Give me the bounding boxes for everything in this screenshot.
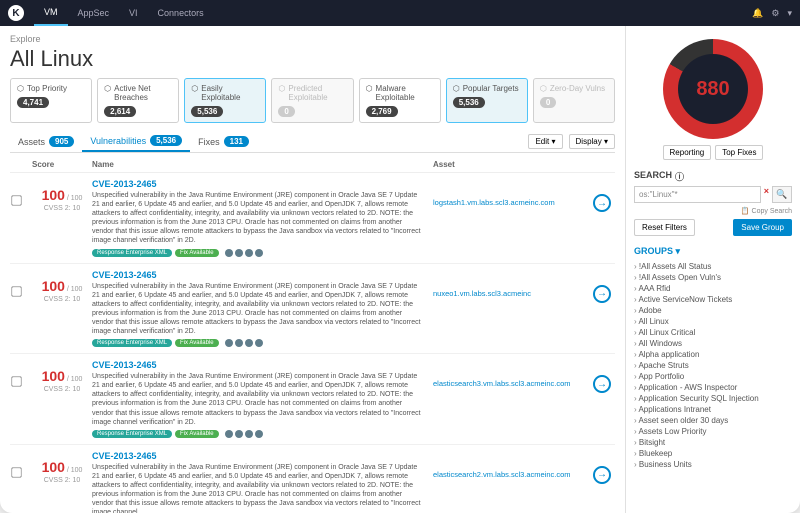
row-action-button[interactable]: → xyxy=(593,194,611,212)
gauge-value: 880 xyxy=(696,78,729,101)
groups-label[interactable]: GROUPS ▾ xyxy=(634,246,792,257)
group-item[interactable]: All Linux xyxy=(634,316,792,327)
row-checkbox[interactable] xyxy=(11,467,21,477)
group-item[interactable]: Adobe xyxy=(634,305,792,316)
row-checkbox[interactable] xyxy=(11,195,21,205)
tab-bar: Assets905 Vulnerabilities5,536 Fixes131 … xyxy=(10,131,615,153)
group-item[interactable]: All Windows xyxy=(634,338,792,349)
nav-appsec[interactable]: AppSec xyxy=(68,0,120,26)
row-action-button[interactable]: → xyxy=(593,466,611,484)
copy-search-link[interactable]: 📋 Copy Search xyxy=(634,207,792,215)
asset-link[interactable]: logstash1.vm.labs.scl3.acmeinc.com xyxy=(433,198,555,207)
nav-connectors[interactable]: Connectors xyxy=(148,0,214,26)
vuln-table-body: 100 / 100CVSS 2: 10CVE-2013-2465Unspecif… xyxy=(10,173,615,513)
risk-gauge: 880 xyxy=(663,39,763,139)
top-navbar: K VM AppSec VI Connectors 🔔 ⚙ ▾ xyxy=(0,0,800,26)
asset-link[interactable]: elasticsearch3.vm.labs.scl3.acmeinc.com xyxy=(433,379,571,388)
nav-vi[interactable]: VI xyxy=(119,0,148,26)
row-action-button[interactable]: → xyxy=(593,285,611,303)
group-item[interactable]: !All Assets Open Vuln's xyxy=(634,272,792,283)
groups-list: !All Assets All Status!All Assets Open V… xyxy=(634,261,792,470)
metric-card[interactable]: ⬡Easily Exploitable5,536 xyxy=(184,78,266,123)
group-item[interactable]: Apache Struts xyxy=(634,360,792,371)
metric-card[interactable]: ⬡Zero-Day Vulns0 xyxy=(533,78,615,123)
vuln-description: Unspecified vulnerability in the Java Ru… xyxy=(92,463,425,513)
search-button[interactable]: 🔍 xyxy=(772,186,792,203)
table-row: 100 / 100CVSS 2: 10CVE-2013-2465Unspecif… xyxy=(10,264,615,355)
group-item[interactable]: Bitsight xyxy=(634,437,792,448)
group-item[interactable]: Asset seen older 30 days xyxy=(634,415,792,426)
logo[interactable]: K xyxy=(8,5,24,21)
chevron-down-icon[interactable]: ▾ xyxy=(787,8,792,19)
reporting-button[interactable]: Reporting xyxy=(663,145,712,160)
col-asset[interactable]: Asset xyxy=(433,160,593,169)
metric-card[interactable]: ⬡Malware Exploitable2,769 xyxy=(359,78,441,123)
gear-icon[interactable]: ⚙ xyxy=(771,8,779,19)
vuln-description: Unspecified vulnerability in the Java Ru… xyxy=(92,282,425,337)
col-score[interactable]: Score xyxy=(32,160,92,169)
tab-assets[interactable]: Assets905 xyxy=(10,132,82,151)
row-checkbox[interactable] xyxy=(11,376,21,386)
cve-link[interactable]: CVE-2013-2465 xyxy=(92,270,157,280)
help-icon[interactable]: ⓘ xyxy=(675,170,684,183)
cve-link[interactable]: CVE-2013-2465 xyxy=(92,360,157,370)
metric-card[interactable]: ⬡Predicted Exploitable0 xyxy=(271,78,353,123)
vuln-description: Unspecified vulnerability in the Java Ru… xyxy=(92,191,425,246)
cve-link[interactable]: CVE-2013-2465 xyxy=(92,451,157,461)
group-item[interactable]: Bluekeep xyxy=(634,448,792,459)
reset-filters-button[interactable]: Reset Filters xyxy=(634,219,695,236)
save-group-button[interactable]: Save Group xyxy=(733,219,792,236)
asset-link[interactable]: elasticsearch2.vm.labs.scl3.acmeinc.com xyxy=(433,470,571,479)
group-item[interactable]: Application Security SQL Injection xyxy=(634,393,792,404)
page-title: All Linux xyxy=(10,46,615,72)
metric-card[interactable]: ⬡Popular Targets5,536 xyxy=(446,78,528,123)
table-row: 100 / 100CVSS 2: 10CVE-2013-2465Unspecif… xyxy=(10,173,615,264)
group-item[interactable]: Application - AWS Inspector xyxy=(634,382,792,393)
vuln-description: Unspecified vulnerability in the Java Ru… xyxy=(92,372,425,427)
group-item[interactable]: Assets Low Priority xyxy=(634,426,792,437)
search-label: SEARCHⓘ xyxy=(634,170,792,183)
group-item[interactable]: Applications Intranet xyxy=(634,404,792,415)
edit-button[interactable]: Edit ▾ xyxy=(528,134,562,149)
search-input[interactable] xyxy=(634,186,761,203)
group-item[interactable]: !All Assets All Status xyxy=(634,261,792,272)
metric-cards: ⬡Top Priority4,741⬡Active Net Breaches2,… xyxy=(10,78,615,123)
table-row: 100 / 100CVSS 2: 10CVE-2013-2465Unspecif… xyxy=(10,445,615,513)
cve-link[interactable]: CVE-2013-2465 xyxy=(92,179,157,189)
bell-icon[interactable]: 🔔 xyxy=(752,8,763,19)
row-checkbox[interactable] xyxy=(11,286,21,296)
top-fixes-button[interactable]: Top Fixes xyxy=(715,145,763,160)
col-name[interactable]: Name xyxy=(92,160,433,169)
group-item[interactable]: App Portfolio xyxy=(634,371,792,382)
row-action-button[interactable]: → xyxy=(593,375,611,393)
group-item[interactable]: Business Units xyxy=(634,459,792,470)
group-item[interactable]: Alpha application xyxy=(634,349,792,360)
table-header: Score Name Asset xyxy=(10,157,615,173)
group-item[interactable]: AAA Rfid xyxy=(634,283,792,294)
clear-search-icon[interactable]: × xyxy=(764,186,769,203)
metric-card[interactable]: ⬡Top Priority4,741 xyxy=(10,78,92,123)
metric-card[interactable]: ⬡Active Net Breaches2,614 xyxy=(97,78,179,123)
breadcrumb: Explore xyxy=(10,34,615,44)
tab-fixes[interactable]: Fixes131 xyxy=(190,132,257,151)
asset-link[interactable]: nuxeo1.vm.labs.scl3.acmeinc xyxy=(433,289,531,298)
group-item[interactable]: All Linux Critical xyxy=(634,327,792,338)
tab-vulnerabilities[interactable]: Vulnerabilities5,536 xyxy=(82,131,190,152)
display-button[interactable]: Display ▾ xyxy=(569,134,615,149)
group-item[interactable]: Active ServiceNow Tickets xyxy=(634,294,792,305)
table-row: 100 / 100CVSS 2: 10CVE-2013-2465Unspecif… xyxy=(10,354,615,445)
nav-vm[interactable]: VM xyxy=(34,0,68,26)
